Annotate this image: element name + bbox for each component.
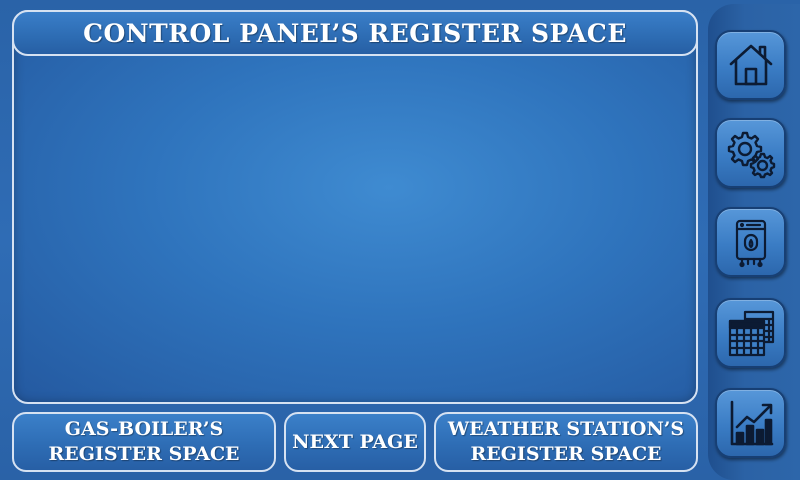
- page-title: CONTROL PANEL’S REGISTER SPACE: [83, 18, 627, 48]
- gas-boiler-button-label-line2: REGISTER SPACE: [48, 443, 240, 465]
- growth-chart-icon: [730, 400, 773, 446]
- gas-boiler-button-label-line1: GAS-BOILER’S: [64, 418, 224, 440]
- title-bar: CONTROL PANEL’S REGISTER SPACE: [12, 10, 698, 56]
- gas-boiler-icon: [735, 219, 766, 268]
- calendar-icon: [728, 310, 774, 357]
- weather-station-button-label-line2: REGISTER SPACE: [470, 443, 662, 465]
- weather-station-register-button[interactable]: WEATHER STATION’S REGISTER SPACE: [434, 412, 698, 472]
- next-page-button[interactable]: NEXT PAGE: [284, 412, 426, 472]
- settings-button[interactable]: [715, 118, 786, 188]
- statistics-button[interactable]: [715, 388, 786, 458]
- gas-boiler-register-button[interactable]: GAS-BOILER’S REGISTER SPACE: [12, 412, 276, 472]
- gas-boiler-button[interactable]: [715, 207, 786, 277]
- register-display-area: [12, 10, 698, 404]
- gears-icon: [727, 131, 775, 179]
- home-icon: [729, 44, 772, 86]
- home-button[interactable]: [715, 30, 786, 100]
- next-page-button-label: NEXT PAGE: [292, 430, 418, 453]
- schedule-button[interactable]: [715, 298, 786, 368]
- weather-station-button-label-line1: WEATHER STATION’S: [447, 418, 685, 440]
